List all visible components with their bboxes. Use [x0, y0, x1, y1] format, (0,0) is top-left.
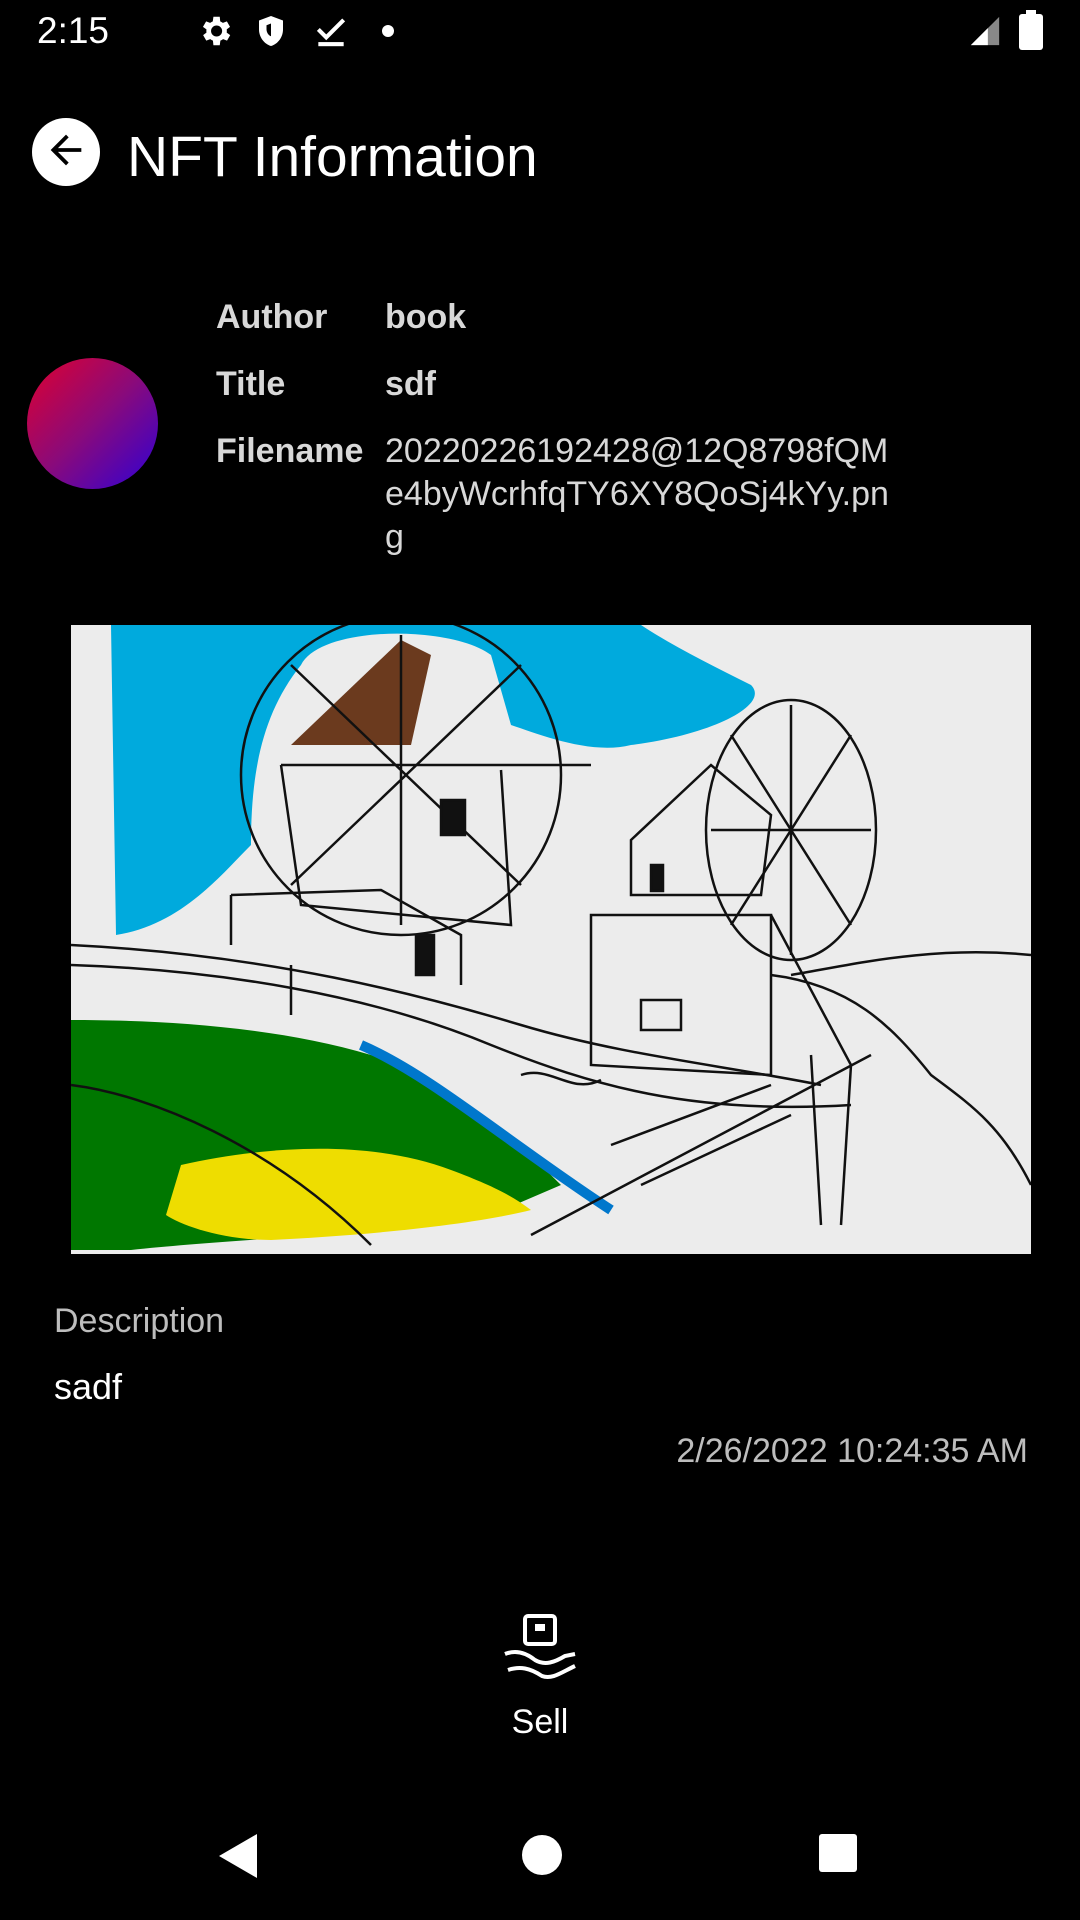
author-value: book	[385, 298, 467, 336]
hand-sell-icon	[478, 1610, 602, 1695]
nav-recents-button[interactable]	[817, 1832, 859, 1879]
battery-icon	[1019, 10, 1043, 55]
nav-home-button[interactable]	[519, 1832, 565, 1883]
filename-label: Filename	[216, 432, 364, 470]
description-text: sadf	[54, 1366, 123, 1407]
description-label: Description	[54, 1302, 225, 1340]
nav-back-button[interactable]	[217, 1832, 259, 1885]
download-done-icon	[312, 12, 350, 55]
dot-icon	[381, 24, 395, 43]
page-title: NFT Information	[127, 125, 538, 189]
sell-button[interactable]: Sell	[478, 1610, 602, 1760]
arrow-left-icon	[43, 127, 89, 178]
nft-artwork-drawing	[71, 625, 1031, 1254]
filename-value: 20220226192428@12Q8798fQMe4byWcrhfqTY6XY…	[385, 432, 889, 556]
author-label: Author	[216, 298, 328, 336]
recents-square-icon	[817, 1834, 859, 1878]
avatar	[27, 358, 158, 489]
status-time: 2:15	[37, 10, 110, 51]
sell-label: Sell	[511, 1703, 569, 1741]
back-button[interactable]	[32, 118, 100, 186]
signal-icon	[968, 14, 1002, 53]
title-value: sdf	[385, 365, 436, 403]
back-triangle-icon	[217, 1834, 259, 1884]
home-circle-icon	[519, 1835, 565, 1882]
title-label: Title	[216, 365, 286, 403]
nft-artwork[interactable]	[71, 625, 1031, 1254]
status-bar: 2:15	[0, 0, 1080, 64]
timestamp: 2/26/2022 10:24:35 AM	[676, 1432, 1028, 1470]
shield-icon	[253, 12, 289, 55]
gear-icon	[196, 12, 234, 55]
